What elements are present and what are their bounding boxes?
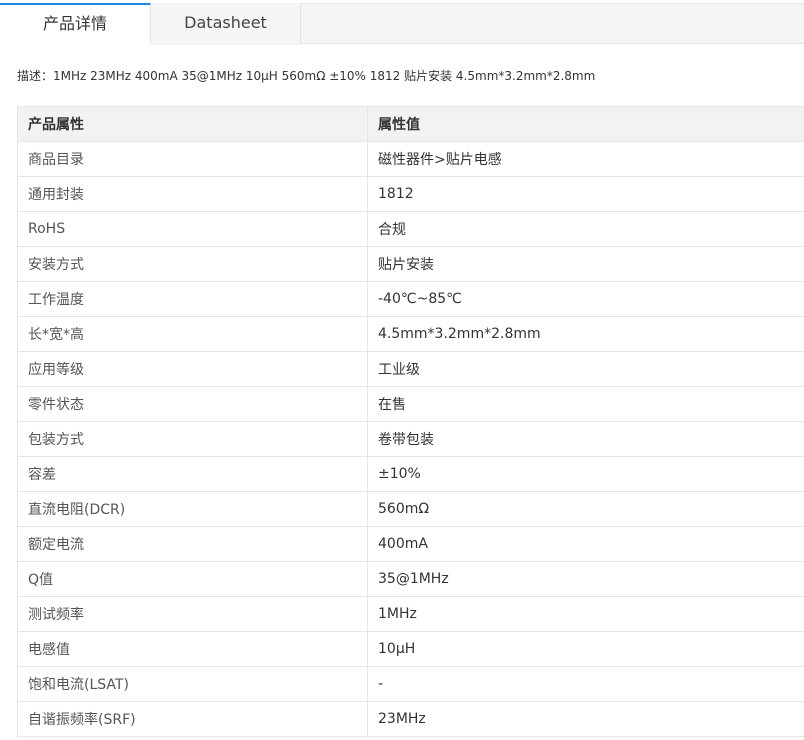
header-attribute: 产品属性 — [17, 106, 368, 142]
product-description: 描述：1MHz 23MHz 400mA 35@1MHz 10µH 560mΩ ±… — [17, 69, 596, 83]
attribute-value: 磁性器件>贴片电感 — [367, 141, 804, 177]
table-row: 测试频率 1MHz — [17, 596, 804, 632]
attribute-name: 零件状态 — [17, 386, 368, 422]
table-row: 电感值 10µH — [17, 631, 804, 667]
table-row: 安装方式 贴片安装 — [17, 246, 804, 282]
attribute-name: 工作温度 — [17, 281, 368, 317]
tab-bar: 产品详情 Datasheet — [0, 3, 804, 45]
table-row: 自谐振频率(SRF) 23MHz — [17, 701, 804, 737]
table-row: 包装方式 卷带包装 — [17, 421, 804, 457]
attribute-name: RoHS — [17, 211, 368, 247]
attribute-name: 额定电流 — [17, 526, 368, 562]
attribute-value: 4.5mm*3.2mm*2.8mm — [367, 316, 804, 352]
table-row: 饱和电流(LSAT) - — [17, 666, 804, 702]
table-row: 商品目录 磁性器件>贴片电感 — [17, 141, 804, 177]
attribute-name: 直流电阻(DCR) — [17, 491, 368, 527]
attribute-value: ±10% — [367, 456, 804, 492]
attribute-name: 饱和电流(LSAT) — [17, 666, 368, 702]
table-row: Q值 35@1MHz — [17, 561, 804, 597]
attribute-name: 包装方式 — [17, 421, 368, 457]
attribute-name: 自谐振频率(SRF) — [17, 701, 368, 737]
attribute-value: 工业级 — [367, 351, 804, 387]
table-row: 通用封装 1812 — [17, 176, 804, 212]
table-row: 工作温度 -40℃~85℃ — [17, 281, 804, 317]
attribute-value: - — [367, 666, 804, 702]
table-row: 直流电阻(DCR) 560mΩ — [17, 491, 804, 527]
attribute-value: -40℃~85℃ — [367, 281, 804, 317]
table-row: RoHS 合规 — [17, 211, 804, 247]
attribute-value: 在售 — [367, 386, 804, 422]
header-value: 属性值 — [367, 106, 804, 142]
table-row: 长*宽*高 4.5mm*3.2mm*2.8mm — [17, 316, 804, 352]
attribute-name: 测试频率 — [17, 596, 368, 632]
attribute-name: 通用封装 — [17, 176, 368, 212]
table-row: 应用等级 工业级 — [17, 351, 804, 387]
table-row: 零件状态 在售 — [17, 386, 804, 422]
attribute-name: 电感值 — [17, 631, 368, 667]
table-header-row: 产品属性 属性值 — [17, 106, 804, 142]
attribute-value: 23MHz — [367, 701, 804, 737]
attribute-value: 400mA — [367, 526, 804, 562]
tab-product-details[interactable]: 产品详情 — [0, 3, 151, 45]
attribute-value: 35@1MHz — [367, 561, 804, 597]
table-body: 商品目录 磁性器件>贴片电感 通用封装 1812 RoHS 合规 安装方式 贴片安装 工作温度 -… — [17, 141, 804, 737]
attribute-value: 卷带包装 — [367, 421, 804, 457]
attribute-value: 560mΩ — [367, 491, 804, 527]
attribute-value: 合规 — [367, 211, 804, 247]
attribute-value: 1MHz — [367, 596, 804, 632]
table-row: 容差 ±10% — [17, 456, 804, 492]
attribute-name: 安装方式 — [17, 246, 368, 282]
attribute-value: 1812 — [367, 176, 804, 212]
attribute-name: 应用等级 — [17, 351, 368, 387]
attribute-name: 容差 — [17, 456, 368, 492]
table-row: 额定电流 400mA — [17, 526, 804, 562]
attribute-table: 产品属性 属性值 商品目录 磁性器件>贴片电感 通用封装 1812 RoHS 合规 安装方式… — [17, 106, 804, 737]
attribute-value: 10µH — [367, 631, 804, 667]
attribute-name: Q值 — [17, 561, 368, 597]
tab-datasheet[interactable]: Datasheet — [151, 3, 301, 45]
attribute-value: 贴片安装 — [367, 246, 804, 282]
product-detail-page: 产品详情 Datasheet 描述：1MHz 23MHz 400mA 35@1M… — [0, 0, 804, 740]
attribute-name: 商品目录 — [17, 141, 368, 177]
attribute-name: 长*宽*高 — [17, 316, 368, 352]
